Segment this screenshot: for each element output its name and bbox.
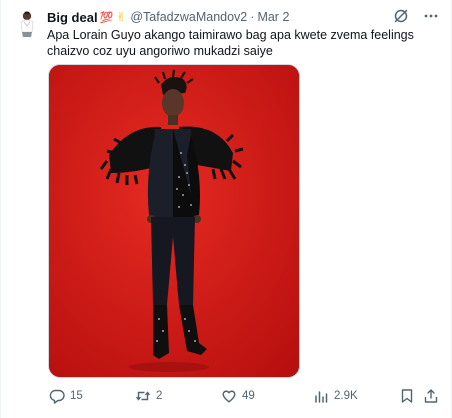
header-separator: ·: [250, 10, 255, 24]
share-icon: [424, 389, 438, 403]
avatar-icon: [20, 11, 34, 37]
more-icon[interactable]: [423, 8, 439, 29]
user-handle[interactable]: @TafadzwaMandov2: [130, 10, 247, 24]
photo-image: [49, 65, 299, 377]
views-count: 2.9K: [334, 390, 358, 402]
tweet-actions: 15 2 49 2.9K: [47, 386, 443, 406]
retweet-icon: [135, 391, 151, 401]
bookmark-icon: [401, 389, 413, 403]
like-count: 49: [242, 390, 255, 402]
reply-button[interactable]: 15: [49, 386, 83, 406]
retweet-count: 2: [156, 390, 163, 402]
header-actions: [393, 8, 439, 29]
tweet-header: Big deal 💯 ✌ @TafadzwaMandov2 · Mar 2: [47, 8, 441, 26]
views-button[interactable]: 2.9K: [313, 386, 358, 406]
bookmark-button[interactable]: [399, 386, 415, 406]
tweet-timestamp[interactable]: Mar 2: [257, 10, 289, 24]
reply-count: 15: [70, 390, 83, 402]
like-button[interactable]: 49: [221, 386, 255, 406]
grok-icon[interactable]: [393, 8, 409, 29]
tweet-text: Apa Lorain Guyo akango taimirawo bag apa…: [47, 28, 414, 58]
victory-hand-emoji-icon: ✌: [116, 10, 127, 24]
tweet-photo[interactable]: [48, 64, 300, 378]
reply-icon: [49, 389, 65, 404]
avatar[interactable]: [17, 10, 37, 38]
tweet[interactable]: Big deal 💯 ✌ @TafadzwaMandov2 · Mar 2 Ap…: [0, 0, 452, 418]
hundred-emoji-icon: 💯: [99, 11, 114, 24]
retweet-button[interactable]: 2: [135, 386, 162, 406]
views-icon: [315, 391, 328, 403]
share-button[interactable]: [423, 386, 439, 406]
display-name[interactable]: Big deal: [47, 10, 98, 25]
heart-icon: [222, 390, 236, 403]
